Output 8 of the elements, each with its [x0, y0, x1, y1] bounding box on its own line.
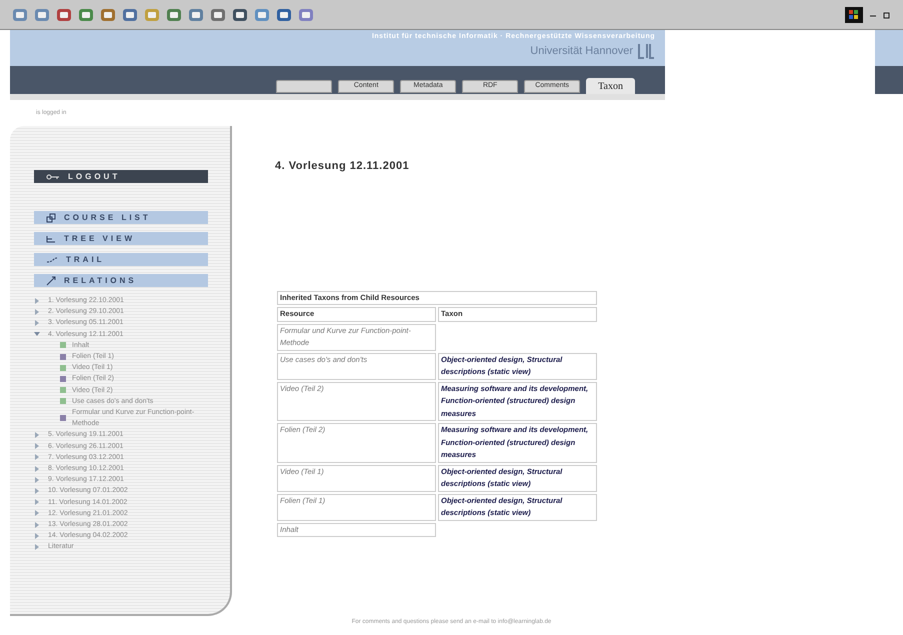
tab[interactable]: Taxon: [586, 78, 635, 94]
menu-button[interactable]: RELATIONS: [34, 274, 208, 287]
page-title: 4. Vorlesung 12.11.2001: [275, 159, 410, 174]
logout-button[interactable]: LOGOUT: [34, 170, 208, 183]
university-name: Universität Hannover: [530, 44, 633, 58]
menu-button[interactable]: COURSE LIST: [34, 211, 208, 224]
menu-button[interactable]: TRAIL: [34, 253, 208, 266]
menu-button[interactable]: TREE VIEW: [34, 232, 208, 245]
